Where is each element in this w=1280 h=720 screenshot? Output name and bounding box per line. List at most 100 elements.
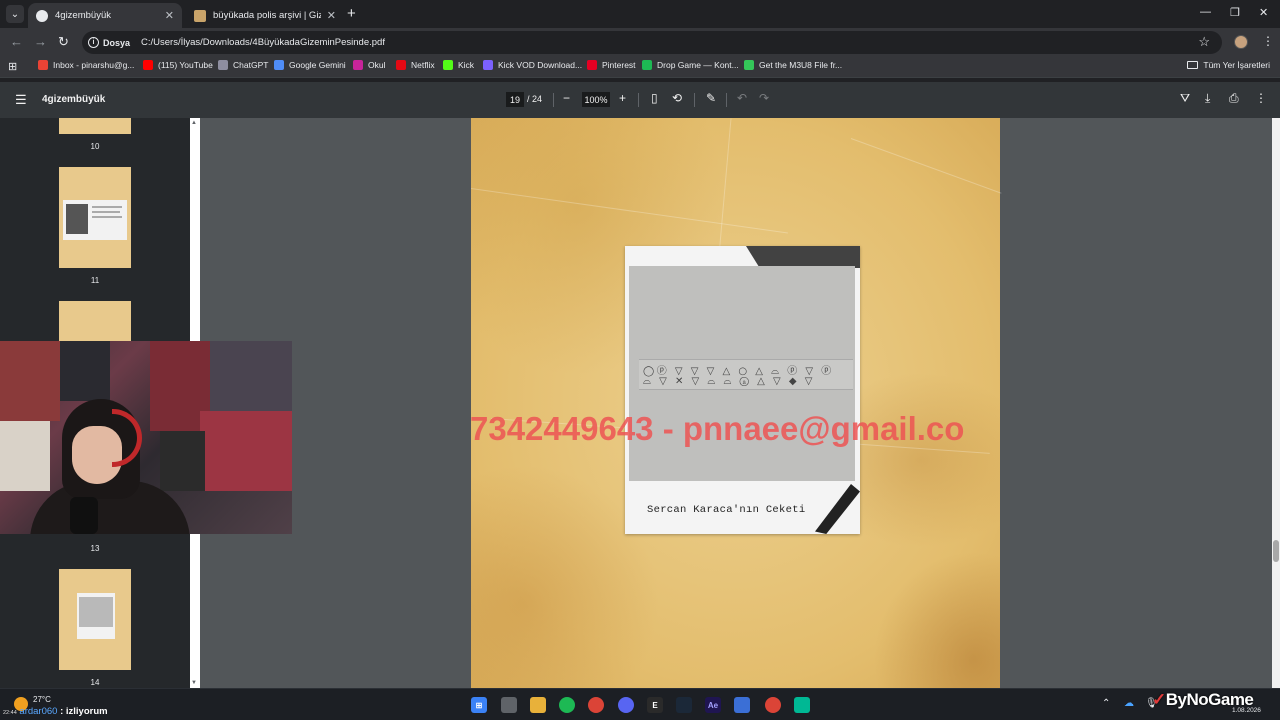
gmail-icon <box>38 60 48 70</box>
bookmark-label: Netflix <box>411 60 435 70</box>
bookmark-label: Pinterest <box>602 60 636 70</box>
divider <box>726 93 727 107</box>
drive-save-icon[interactable]: ⛛ <box>1180 91 1190 106</box>
forward-button[interactable]: → <box>34 34 47 49</box>
steam-icon[interactable] <box>676 697 692 713</box>
reload-button[interactable]: ↻ <box>58 34 69 50</box>
wall-poster <box>60 341 110 401</box>
zoom-in-icon[interactable]: + <box>619 91 626 105</box>
rotate-icon[interactable]: ⟲ <box>672 91 682 105</box>
gemini-icon <box>274 60 284 70</box>
bookmark-drop-game[interactable]: Drop Game — Kont... <box>642 60 739 70</box>
all-bookmarks-button[interactable]: Tüm Yer İşaretleri <box>1187 60 1270 70</box>
tab-search-button[interactable]: ⌄ <box>6 5 24 23</box>
back-button[interactable]: ← <box>10 34 23 49</box>
annotate-icon[interactable]: ✎ <box>706 91 716 105</box>
wall-poster <box>200 411 292 491</box>
restore-button[interactable]: ❐ <box>1230 6 1240 19</box>
close-window-button[interactable]: ✕ <box>1259 6 1268 19</box>
apps-grid-icon[interactable]: ⊞ <box>8 60 17 73</box>
bookmark-gemini[interactable]: Google Gemini <box>274 60 346 70</box>
minimize-button[interactable]: — <box>1200 6 1211 18</box>
bookmark-label: (115) YouTube <box>158 60 213 70</box>
bookmark-label: Get the M3U8 File fr... <box>759 60 843 70</box>
undo-icon[interactable]: ↶ <box>737 91 747 105</box>
bookmark-chatgpt[interactable]: ChatGPT <box>218 60 268 70</box>
pdf-page: ◯ⓟ ▽ ▽ ▽ △ ○ △ ⌓ ⓟ ▽ ⓟ ⌓ ▽ ✕ ▽ ⌓ ⌓ ⓐ △ ▽… <box>470 118 1002 688</box>
bookmark-kick[interactable]: Kick <box>443 60 474 70</box>
thumbnail-page-14[interactable] <box>59 569 131 670</box>
globe-icon <box>36 9 48 22</box>
care-symbols-row: ⌓ ▽ ✕ ▽ ⌓ ⌓ ⓐ △ ▽ ◆ ▽ <box>643 376 815 387</box>
divider <box>638 93 639 107</box>
thumbnail-page-10[interactable] <box>59 118 131 134</box>
chrome-icon[interactable] <box>588 697 604 713</box>
bookmark-pinterest[interactable]: Pinterest <box>587 60 636 70</box>
scroll-down-icon[interactable]: ▼ <box>191 680 197 686</box>
divider <box>553 93 554 107</box>
all-bookmarks-label: Tüm Yer İşaretleri <box>1203 60 1270 70</box>
site-info-label: Dosya <box>103 37 131 48</box>
task-view-icon[interactable] <box>501 697 517 713</box>
print-icon[interactable]: ⎙ <box>1229 91 1239 106</box>
folder-icon <box>1187 61 1199 69</box>
bookmark-label: Kick VOD Download... <box>498 60 583 70</box>
redo-icon[interactable]: ↷ <box>759 91 769 105</box>
m3u8-icon <box>744 60 754 70</box>
viewer-scrollbar[interactable] <box>1272 118 1280 688</box>
tab-police-archive[interactable]: büyükada polis arşivi | Gizemin ✕ <box>186 3 344 28</box>
care-symbols-row: ◯ⓟ ▽ ▽ ▽ △ ○ △ ⌓ ⓟ ▽ ⓟ <box>643 366 834 377</box>
discord-icon[interactable] <box>618 697 634 713</box>
fit-page-icon[interactable]: ▯ <box>651 91 658 105</box>
download-icon[interactable]: ⤓ <box>1205 91 1210 106</box>
more-actions-icon[interactable]: ⋮ <box>1255 91 1267 105</box>
browser-toolbar: ← → ↻ i Dosya C:/Users/İlyas/Downloads/4… <box>0 28 1280 56</box>
pdf-toolbar: ☰ 4gizembüyük 19 / 24 − 100% + ▯ ⟲ ✎ ↶ ↷… <box>0 82 1280 118</box>
zoom-out-icon[interactable]: − <box>563 91 570 105</box>
divider <box>694 93 695 107</box>
tray-cloud-icon[interactable]: ☁ <box>1124 698 1134 709</box>
pdf-viewer[interactable]: ◯ⓟ ▽ ▽ ▽ △ ○ △ ⌓ ⓟ ▽ ⓟ ⌓ ▽ ✕ ▽ ⌓ ⌓ ⓐ △ ▽… <box>200 118 1272 688</box>
profile-avatar[interactable] <box>1234 35 1248 49</box>
bookmark-youtube[interactable]: (115) YouTube <box>143 60 213 70</box>
file-explorer-icon[interactable] <box>530 697 546 713</box>
epic-games-icon[interactable]: E <box>647 697 663 713</box>
page-total: / 24 <box>527 94 543 104</box>
chrome-active-icon[interactable] <box>765 697 781 713</box>
paper-crease <box>470 188 788 234</box>
photo-corner-tape <box>815 484 860 534</box>
weather-temp: 27°C <box>33 695 51 704</box>
close-tab-icon[interactable]: ✕ <box>165 9 174 22</box>
windows-start-icon[interactable]: ⊞ <box>471 697 487 713</box>
spotify-icon[interactable] <box>559 697 575 713</box>
chat-username: ardar060 <box>19 706 58 717</box>
sidebar-menu-icon[interactable]: ☰ <box>15 92 27 108</box>
after-effects-icon[interactable]: Ae <box>705 697 721 713</box>
scroll-up-icon[interactable]: ▲ <box>191 120 197 126</box>
thumbnail-page-11[interactable] <box>59 167 131 268</box>
zoom-input[interactable]: 100% <box>582 92 610 107</box>
close-tab-icon[interactable]: ✕ <box>327 9 336 22</box>
page-number-input[interactable]: 19 <box>506 92 524 107</box>
bookmark-kick-vod[interactable]: Kick VOD Download... <box>483 60 582 70</box>
app-icon[interactable] <box>734 697 750 713</box>
browser-menu-icon[interactable]: ⋮ <box>1262 34 1274 48</box>
info-icon: i <box>88 37 99 48</box>
tray-chevron-icon[interactable]: ⌃ <box>1102 698 1110 709</box>
thumbnail-text-line <box>92 211 120 213</box>
bookmark-star-icon[interactable]: ☆ <box>1198 34 1210 50</box>
viewer-scroll-thumb[interactable] <box>1273 540 1279 562</box>
bookmark-m3u8[interactable]: Get the M3U8 File fr... <box>744 60 842 70</box>
site-info-chip[interactable]: i Dosya <box>88 37 130 48</box>
tab-pdf[interactable]: 4gizembüyük ✕ <box>28 3 182 28</box>
address-bar[interactable]: i Dosya C:/Users/İlyas/Downloads/4Büyüka… <box>82 31 1222 54</box>
app-green-icon[interactable] <box>794 697 810 713</box>
tab-title: büyükada polis arşivi | Gizemin <box>213 10 321 21</box>
bookmark-netflix[interactable]: Netflix <box>396 60 435 70</box>
bookmark-gmail[interactable]: Inbox - pinarshu@g... <box>38 60 134 70</box>
bookmarks-bar: ⊞ Inbox - pinarshu@g... (115) YouTube Chat… <box>0 56 1280 78</box>
bookmark-okul[interactable]: Okul <box>353 60 385 70</box>
new-tab-button[interactable]: + <box>347 5 356 22</box>
youtube-icon <box>143 60 153 70</box>
care-label: ◯ⓟ ▽ ▽ ▽ △ ○ △ ⌓ ⓟ ▽ ⓟ ⌓ ▽ ✕ ▽ ⌓ ⌓ ⓐ △ ▽… <box>639 359 853 390</box>
